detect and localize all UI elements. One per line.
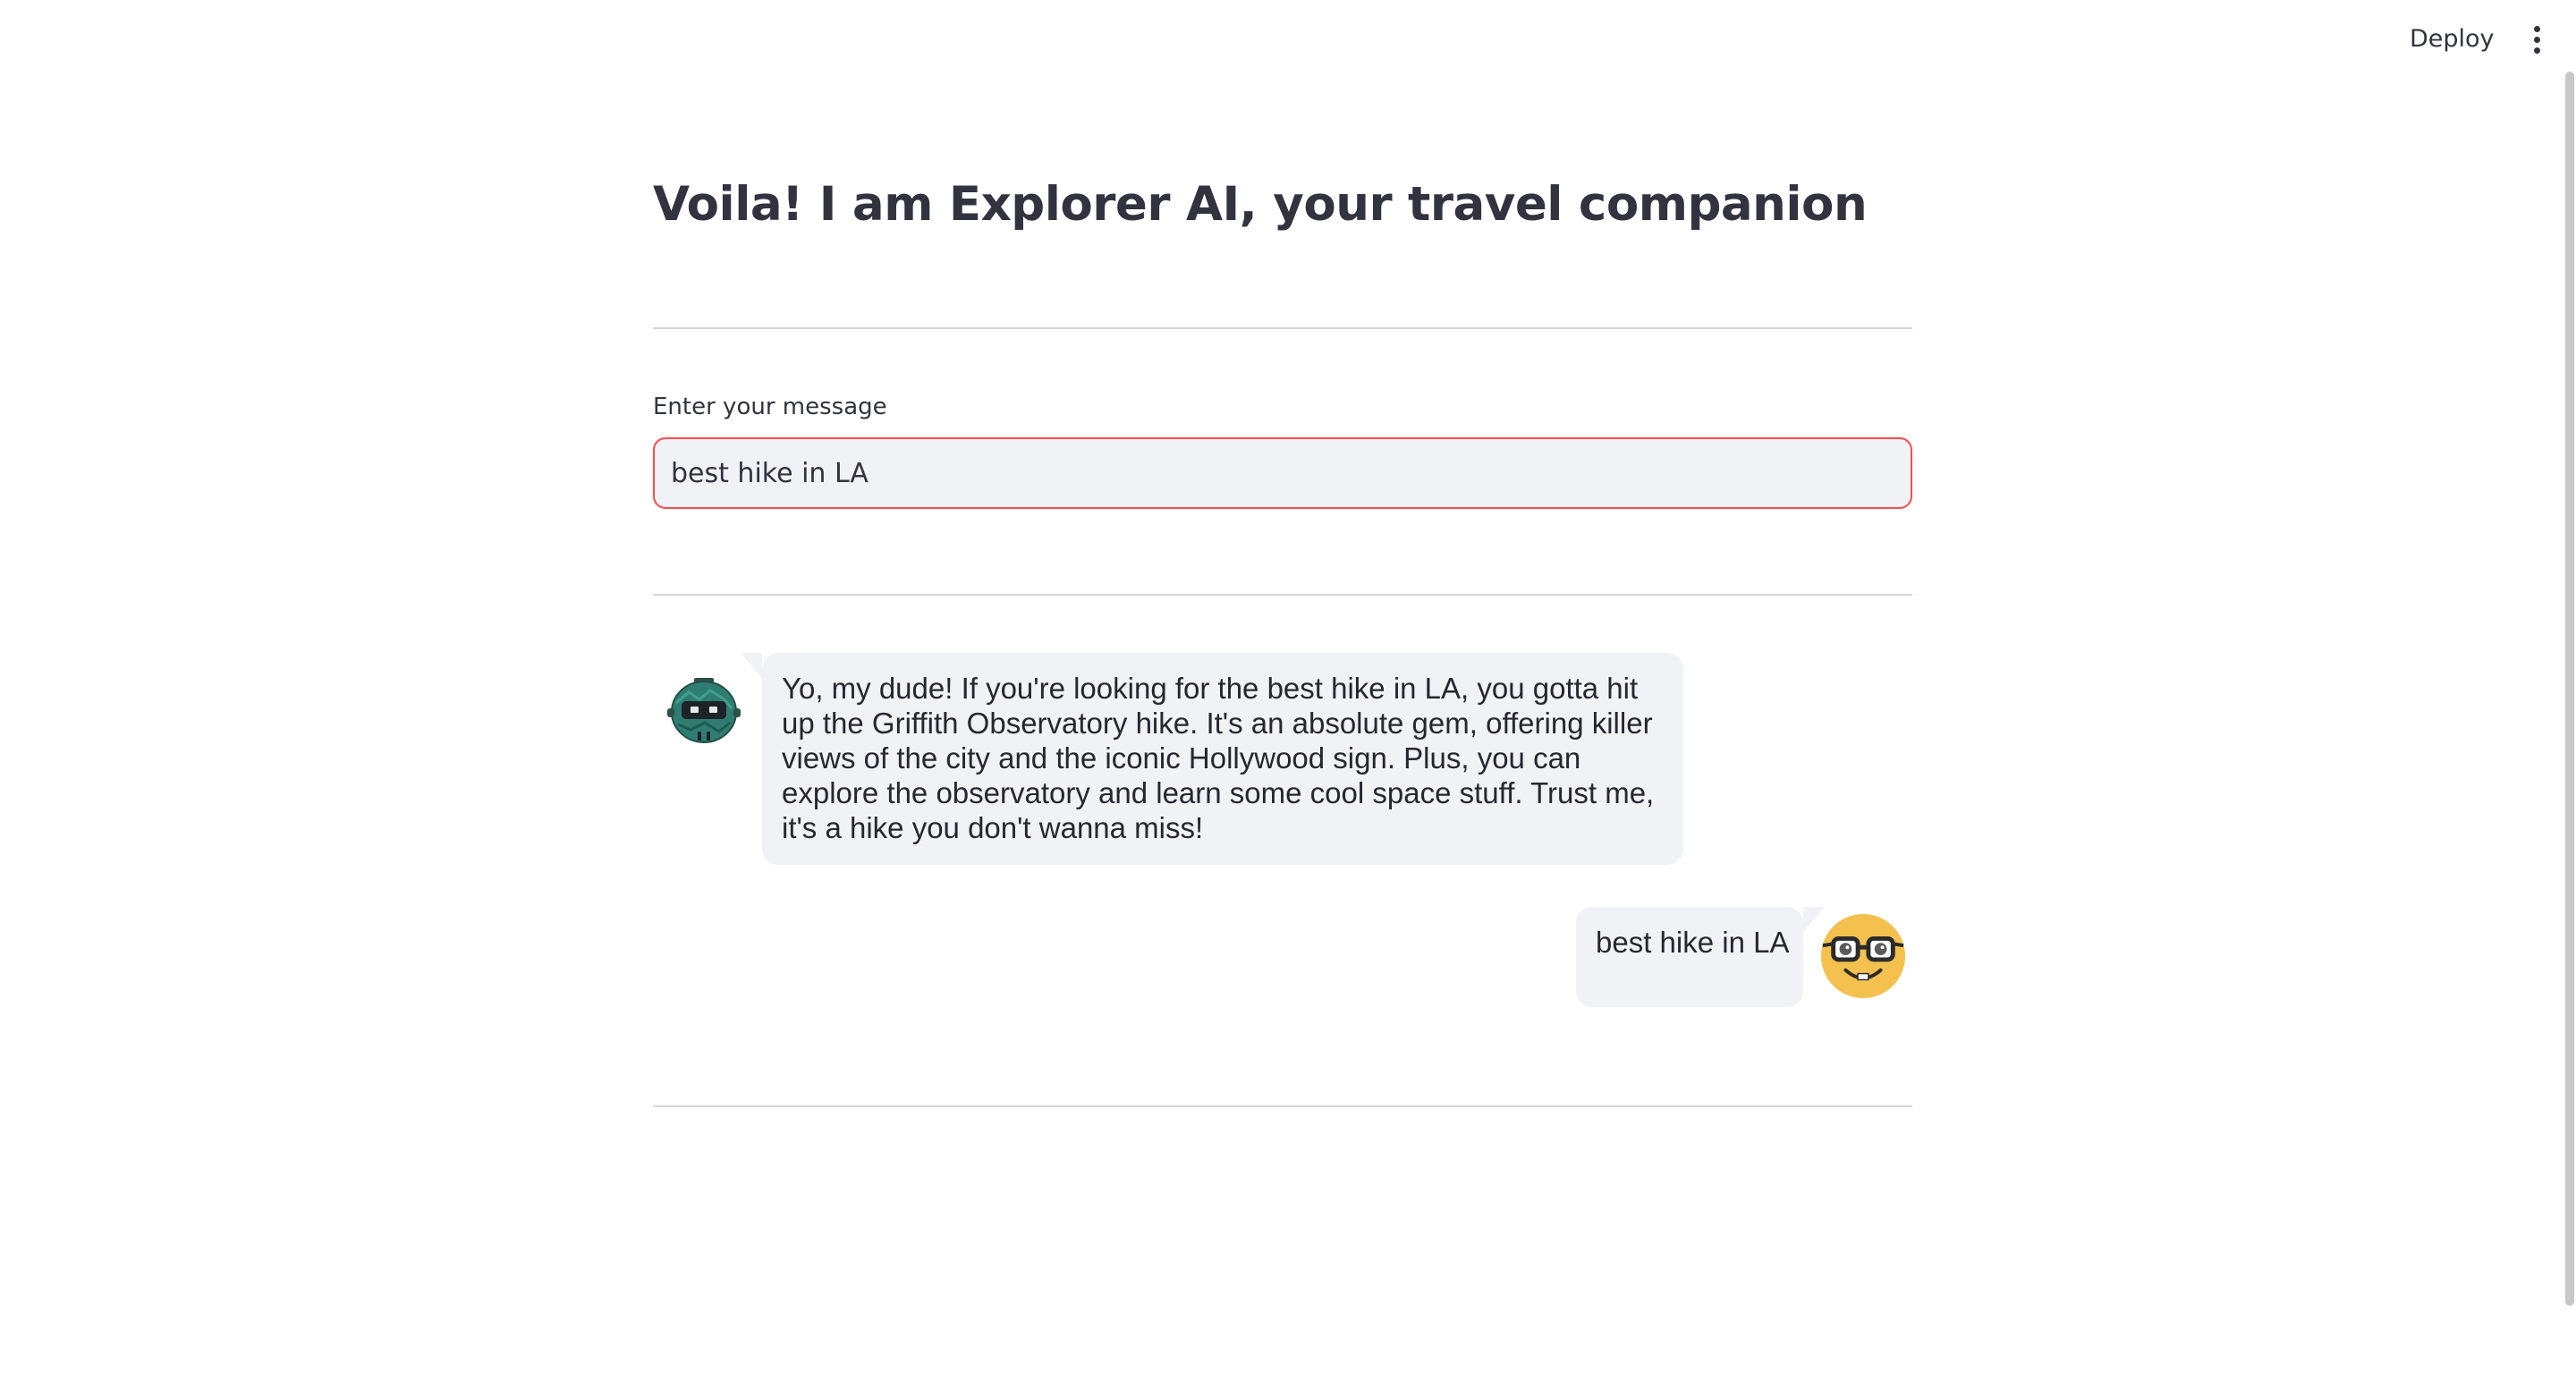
robot-avatar-icon — [667, 678, 741, 743]
divider — [653, 1105, 1912, 1107]
menu-dot — [2533, 36, 2540, 43]
app-page: Deploy Voila! I am Explorer AI, your tra… — [0, 0, 2576, 1397]
deploy-button[interactable]: Deploy — [2397, 21, 2507, 57]
bot-message-bubble: Yo, my dude! If you're looking for the b… — [741, 653, 1683, 865]
menu-dot — [2533, 47, 2540, 54]
divider — [653, 594, 1912, 596]
menu-dot — [2533, 25, 2540, 32]
scrollbar[interactable] — [2563, 0, 2576, 1397]
scrollbar-thumb[interactable] — [2565, 72, 2574, 1306]
user-message-bubble: best hike in LA — [1576, 907, 1825, 1007]
divider — [653, 327, 1912, 329]
page-title: Voila! I am Explorer AI, your travel com… — [653, 177, 1868, 232]
nerd-face-icon — [1820, 913, 1906, 999]
more-vertical-icon[interactable] — [2521, 23, 2553, 55]
message-input-label: Enter your message — [653, 394, 887, 420]
message-input[interactable] — [653, 437, 1912, 509]
